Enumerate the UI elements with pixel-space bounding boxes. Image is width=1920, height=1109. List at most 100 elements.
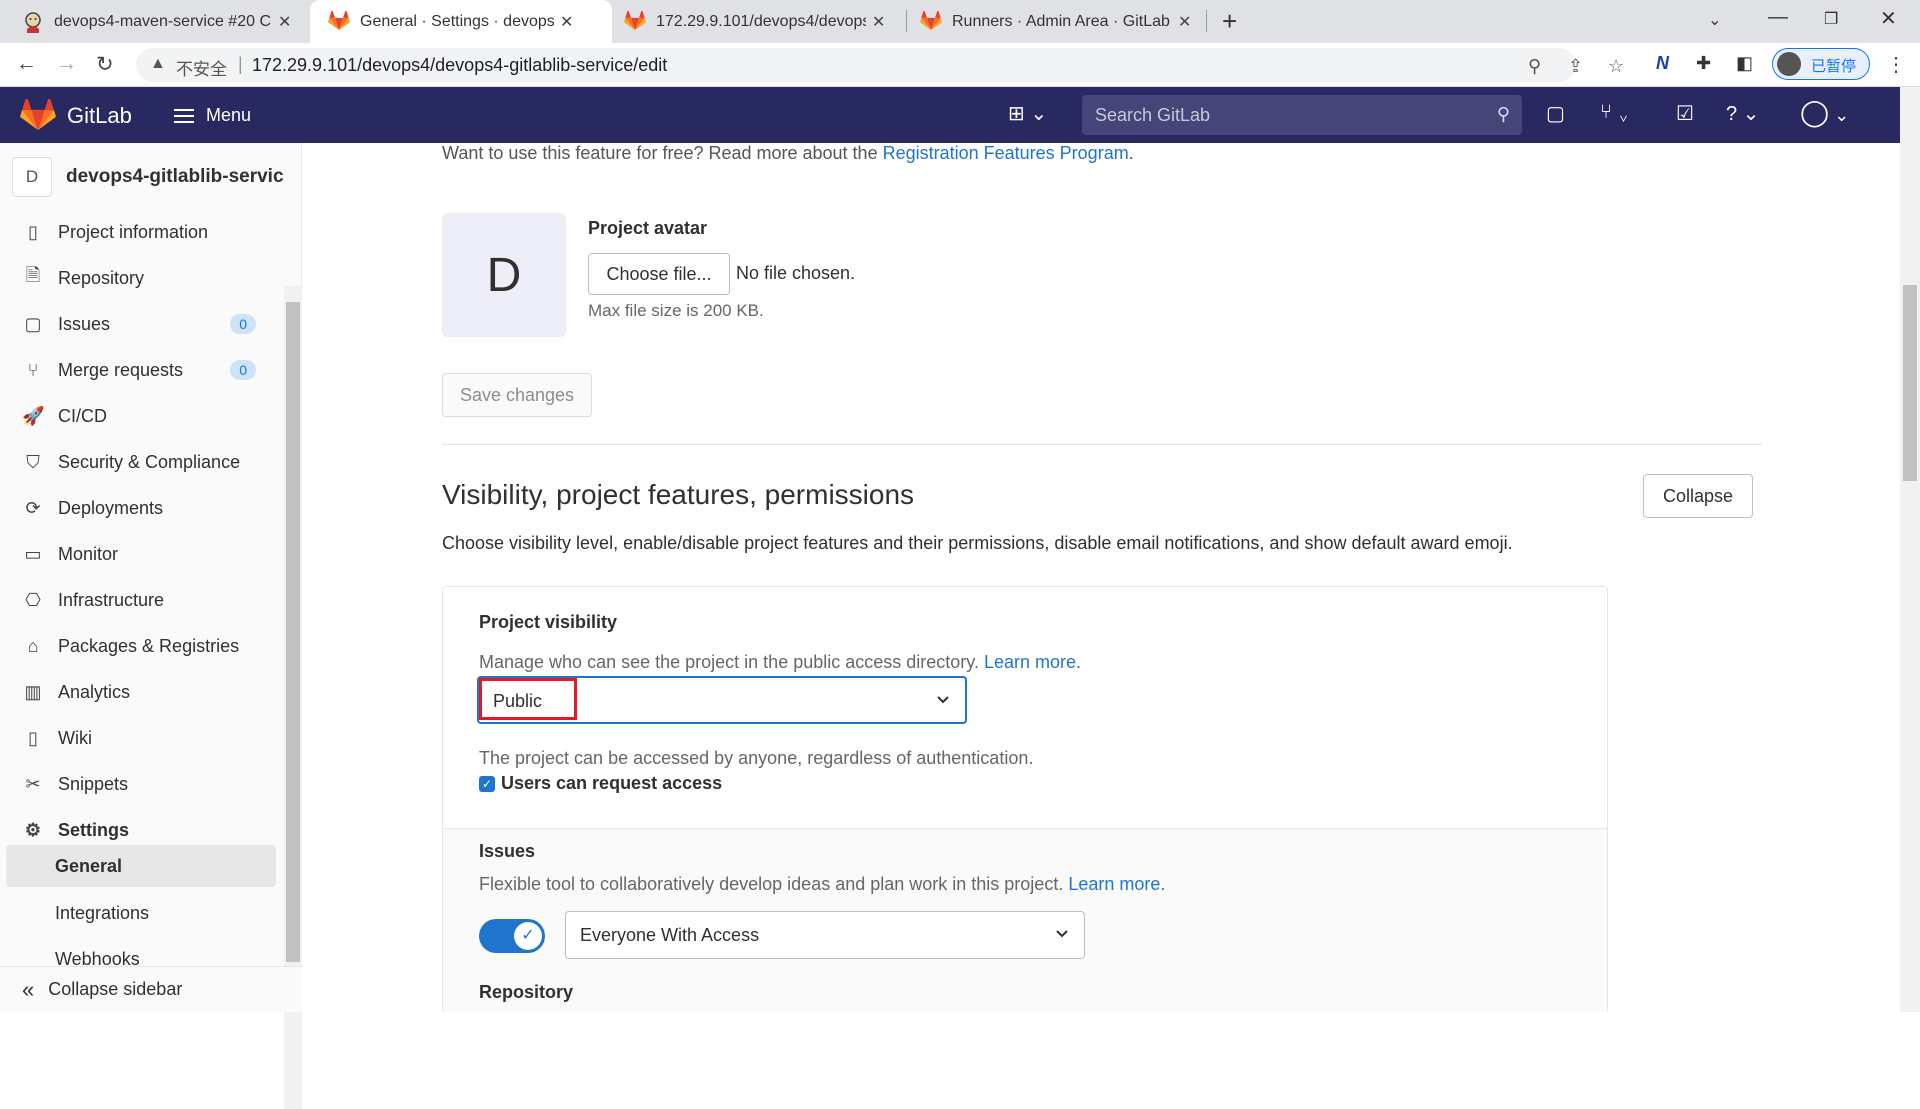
registration-link[interactable]: Registration Features Program (883, 143, 1129, 163)
jenkins-icon (22, 11, 44, 33)
learn-more-link[interactable]: Learn more (1068, 874, 1160, 894)
visibility-panel: Project visibility Manage who can see th… (442, 586, 1608, 1012)
sidebar-project-header[interactable]: D devops4-gitlablib-service (12, 157, 284, 197)
visibility-note: The project can be accessed by anyone, r… (479, 748, 1034, 768)
merge-request-icon[interactable]: ⑂ ⌄ (1600, 101, 1630, 124)
profile-button[interactable]: 已暂停 (1772, 48, 1870, 80)
browser-toolbar: ← → ↻ ▲ 不安全 | 172.29.9.101/devops4/devop… (0, 43, 1920, 87)
restore-icon[interactable]: ❐ (1824, 9, 1838, 29)
project-avatar-small: D (12, 157, 52, 197)
scrollbar-thumb[interactable] (286, 302, 300, 962)
extension-n-icon[interactable]: N (1656, 53, 1669, 74)
sidebar-item-infrastructure[interactable]: ⎔ Infrastructure (6, 579, 276, 621)
issues-icon: ▢ (24, 313, 42, 334)
profile-status: 已暂停 (1811, 58, 1857, 75)
sidebar-item-merge-requests[interactable]: ⑂ Merge requests 0 (6, 349, 276, 391)
main-content: Want to use this feature for free? Read … (302, 143, 1900, 1012)
sidebar-item-label: CI/CD (58, 405, 107, 426)
gitlab-icon (328, 10, 350, 33)
save-changes-button[interactable]: Save changes (442, 373, 592, 417)
gitlab-logo-icon[interactable] (20, 99, 56, 131)
gitlab-icon (920, 10, 942, 33)
create-new-icon[interactable]: ⊞ ⌄ (1008, 101, 1047, 126)
search-placeholder: Search GitLab (1095, 105, 1211, 125)
todo-icon[interactable]: ☑ (1676, 101, 1694, 126)
sidebar-item-deployments[interactable]: ⟳ Deployments (6, 487, 276, 529)
close-icon[interactable]: ✕ (560, 12, 573, 32)
back-icon[interactable]: ← (16, 52, 37, 76)
issues-toggle[interactable]: ✓ (479, 919, 545, 953)
highlight-box (479, 678, 577, 720)
share-icon[interactable]: ⇪ (1568, 56, 1583, 77)
choose-file-button[interactable]: Choose file... (588, 253, 730, 295)
chevron-down-icon (935, 691, 951, 707)
star-icon[interactable]: ☆ (1608, 56, 1624, 77)
help-icon[interactable]: ? ⌄ (1726, 101, 1759, 126)
request-access-checkbox[interactable]: ✓ (479, 776, 495, 792)
learn-more-link[interactable]: Learn more (984, 652, 1076, 672)
sidebar-item-label: Packages & Registries (58, 635, 240, 656)
request-access-label[interactable]: Users can request access (501, 773, 722, 794)
gitlab-brand[interactable]: GitLab (67, 103, 132, 129)
url-text[interactable]: 172.29.9.101/devops4/devops4-gitlablib-s… (252, 55, 667, 76)
user-avatar-icon[interactable]: ◯ ⌄ (1800, 97, 1849, 128)
issues-access-value: Everyone With Access (580, 925, 760, 945)
period: . (1160, 874, 1166, 894)
sidebar-item-label: Infrastructure (58, 589, 165, 610)
collapse-button[interactable]: Collapse (1643, 474, 1753, 518)
merge-request-icon: ⑂ (27, 359, 39, 380)
close-icon[interactable]: ✕ (1178, 12, 1191, 32)
divider (442, 444, 1762, 445)
close-icon[interactable]: ✕ (872, 12, 885, 32)
sidebar-item-wiki[interactable]: ▯ Wiki (6, 717, 276, 759)
section-description: Choose visibility level, enable/disable … (442, 533, 1513, 553)
sidebar-item-analytics[interactable]: ▥ Analytics (6, 671, 276, 713)
sidebar-item-security[interactable]: ⛉ Security & Compliance (6, 441, 276, 483)
project-sidebar: D devops4-gitlablib-service ▯ Project inf… (0, 143, 302, 1109)
rocket-icon: 🚀 (22, 405, 45, 426)
issues-access-select[interactable]: Everyone With Access (565, 911, 1085, 959)
sidebar-item-monitor[interactable]: ▭ Monitor (6, 533, 276, 575)
help-text: Flexible tool to collaboratively develop… (479, 874, 1064, 894)
forward-icon[interactable]: → (56, 52, 77, 76)
window-close-icon[interactable]: ✕ (1880, 6, 1897, 31)
menu-button[interactable]: Menu (174, 105, 251, 126)
new-tab-button[interactable]: + (1222, 6, 1237, 37)
sidebar-item-label: Project information (58, 221, 209, 242)
search-input[interactable]: Search GitLab ⚲ (1082, 95, 1522, 135)
scrollbar-thumb[interactable] (1903, 285, 1917, 481)
more-menu-icon[interactable]: ⋮ (1886, 52, 1906, 77)
sidebar-subitem-label: General (55, 855, 123, 876)
sidebar-item-label: Merge requests (58, 359, 184, 380)
zoom-icon[interactable]: ⚲ (1528, 56, 1541, 77)
page-scrollbar[interactable] (1900, 87, 1920, 1012)
sidebar-item-snippets[interactable]: ✂ Snippets (6, 763, 276, 805)
sidebar-item-packages[interactable]: ⌂ Packages & Registries (6, 625, 276, 667)
sidebar-subitem-integrations[interactable]: Integrations (6, 892, 276, 934)
sidebar-subitem-general[interactable]: General (6, 845, 276, 887)
browser-tab[interactable]: 172.29.9.101/devops4/devops ✕ (612, 0, 906, 43)
browser-tab[interactable]: Runners · Admin Area · GitLab ✕ (908, 0, 1208, 43)
close-icon[interactable]: ✕ (278, 12, 291, 32)
chevron-down-icon (1054, 925, 1070, 941)
check-icon: ✓ (514, 922, 542, 950)
puzzle-icon[interactable]: ✚ (1696, 53, 1711, 74)
sidebar-panel-icon[interactable]: ◧ (1736, 53, 1753, 74)
address-bar[interactable]: ▲ 不安全 | 172.29.9.101/devops4/devops4-git… (136, 48, 1624, 82)
warning-icon: ▲ (150, 55, 166, 72)
sidebar-item-repository[interactable]: 🗎 Repository (6, 257, 276, 299)
max-size-text: Max file size is 200 KB. (588, 301, 764, 320)
minimize-icon[interactable]: — (1768, 6, 1788, 29)
sidebar-item-ci-cd[interactable]: 🚀 CI/CD (6, 395, 276, 437)
collapse-sidebar-button[interactable]: « Collapse sidebar (0, 966, 302, 1012)
visibility-help: Manage who can see the project in the pu… (479, 652, 1081, 673)
reload-icon[interactable]: ↻ (96, 52, 114, 77)
sidebar-item-project-information[interactable]: ▯ Project information (6, 211, 276, 253)
menu-label: Menu (206, 105, 252, 125)
tab-search-icon[interactable]: ⌄ (1708, 10, 1721, 30)
browser-tab-active[interactable]: General · Settings · devops4 / d ✕ (310, 0, 612, 43)
issues-icon[interactable]: ▢ (1546, 101, 1565, 126)
tab-title: General · Settings · devops4 / d (360, 12, 554, 30)
browser-tab[interactable]: devops4-maven-service #20 C ✕ (0, 0, 306, 43)
sidebar-item-issues[interactable]: ▢ Issues 0 (6, 303, 276, 345)
